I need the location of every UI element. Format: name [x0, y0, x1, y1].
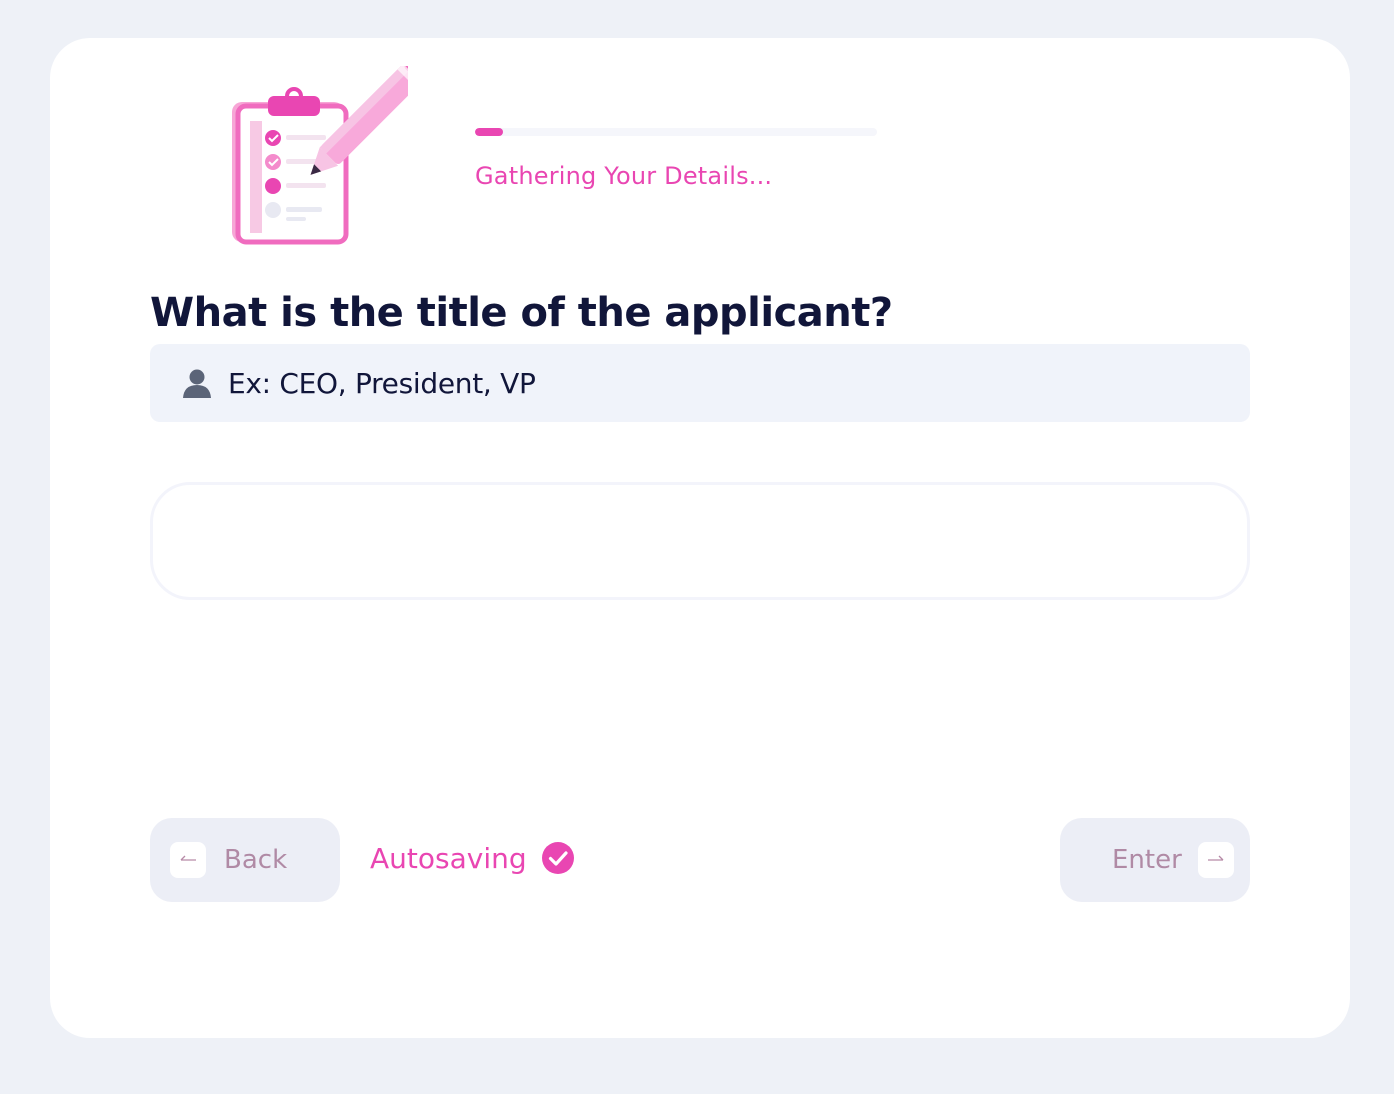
enter-button[interactable]: Enter — [1060, 818, 1250, 902]
back-button[interactable]: Back — [150, 818, 340, 902]
progress-bar — [475, 128, 877, 136]
progress-label: Gathering Your Details... — [475, 162, 773, 190]
enter-button-label: Enter — [1112, 845, 1182, 875]
hint-text: Ex: CEO, President, VP — [228, 366, 536, 400]
arrow-right-icon — [1197, 842, 1234, 878]
arrow-left-icon — [170, 842, 206, 878]
title-input[interactable] — [150, 482, 1250, 600]
autosave-label: Autosaving — [370, 841, 527, 875]
form-card: Gathering Your Details... What is the ti… — [50, 38, 1350, 1038]
hint-box: Ex: CEO, President, VP — [150, 344, 1250, 422]
progress-bar-fill — [475, 128, 504, 136]
clipboard-pencil-icon — [228, 55, 431, 256]
back-button-label: Back — [224, 845, 288, 875]
check-circle-icon — [541, 841, 575, 875]
question-title: What is the title of the applicant? — [150, 290, 893, 336]
autosave-status: Autosaving — [370, 841, 575, 875]
person-icon — [180, 366, 214, 400]
